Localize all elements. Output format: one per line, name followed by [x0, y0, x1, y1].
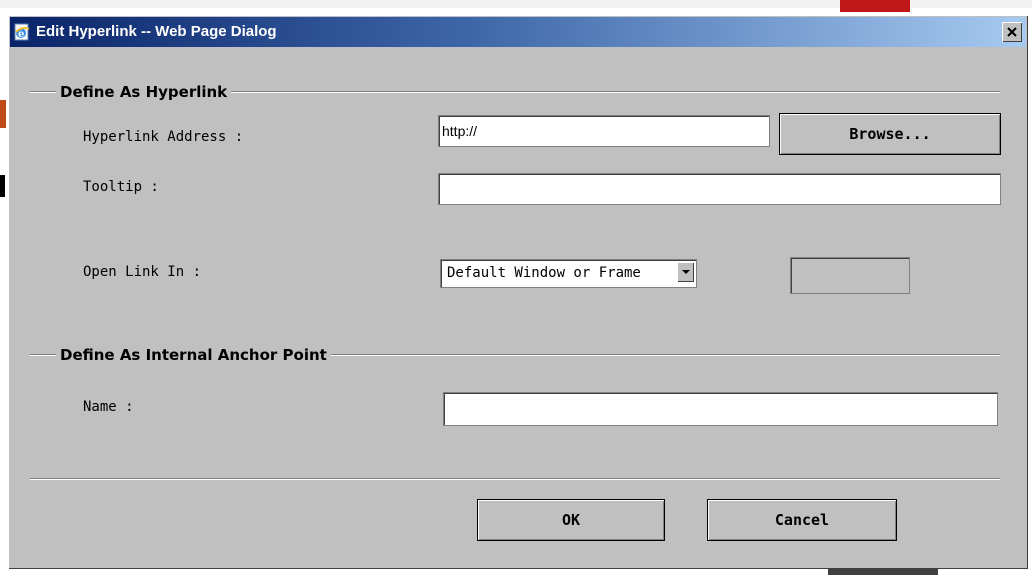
footer-divider: [30, 478, 1000, 480]
close-icon: [1002, 22, 1022, 42]
hyperlink-address-input[interactable]: [438, 115, 770, 147]
anchor-name-input[interactable]: [443, 392, 998, 426]
background-fragment: [0, 100, 6, 128]
open-link-in-value: Default Window or Frame: [447, 265, 641, 281]
ok-button[interactable]: OK: [477, 499, 665, 541]
open-link-in-select[interactable]: Default Window or Frame: [440, 259, 697, 288]
dialog-content: Define As Hyperlink Hyperlink Address : …: [8, 47, 1028, 569]
close-button[interactable]: [1002, 22, 1022, 42]
anchor-name-label: Name :: [83, 399, 134, 415]
title-bar[interactable]: e Edit Hyperlink -- Web Page Dialog: [10, 17, 1026, 47]
background-fragment: [0, 175, 5, 197]
frame-name-input: [790, 257, 910, 294]
tooltip-input[interactable]: [438, 173, 1001, 205]
background-fragment: [840, 0, 910, 12]
cancel-button[interactable]: Cancel: [707, 499, 897, 541]
window-title: Edit Hyperlink -- Web Page Dialog: [36, 23, 277, 40]
browse-button[interactable]: Browse...: [779, 113, 1001, 155]
background-fragment: [828, 568, 938, 575]
open-link-in-label: Open Link In :: [83, 264, 202, 280]
anchor-group-title: Define As Internal Anchor Point: [56, 346, 331, 364]
chevron-down-icon[interactable]: [677, 262, 694, 282]
ie-page-icon: e: [13, 23, 31, 41]
hyperlink-address-label: Hyperlink Address :: [83, 129, 244, 145]
tooltip-label: Tooltip :: [83, 179, 159, 195]
hyperlink-group-title: Define As Hyperlink: [56, 83, 232, 101]
edit-hyperlink-dialog: e Edit Hyperlink -- Web Page Dialog Defi…: [8, 15, 1028, 569]
screen: e Edit Hyperlink -- Web Page Dialog Defi…: [0, 0, 1032, 575]
